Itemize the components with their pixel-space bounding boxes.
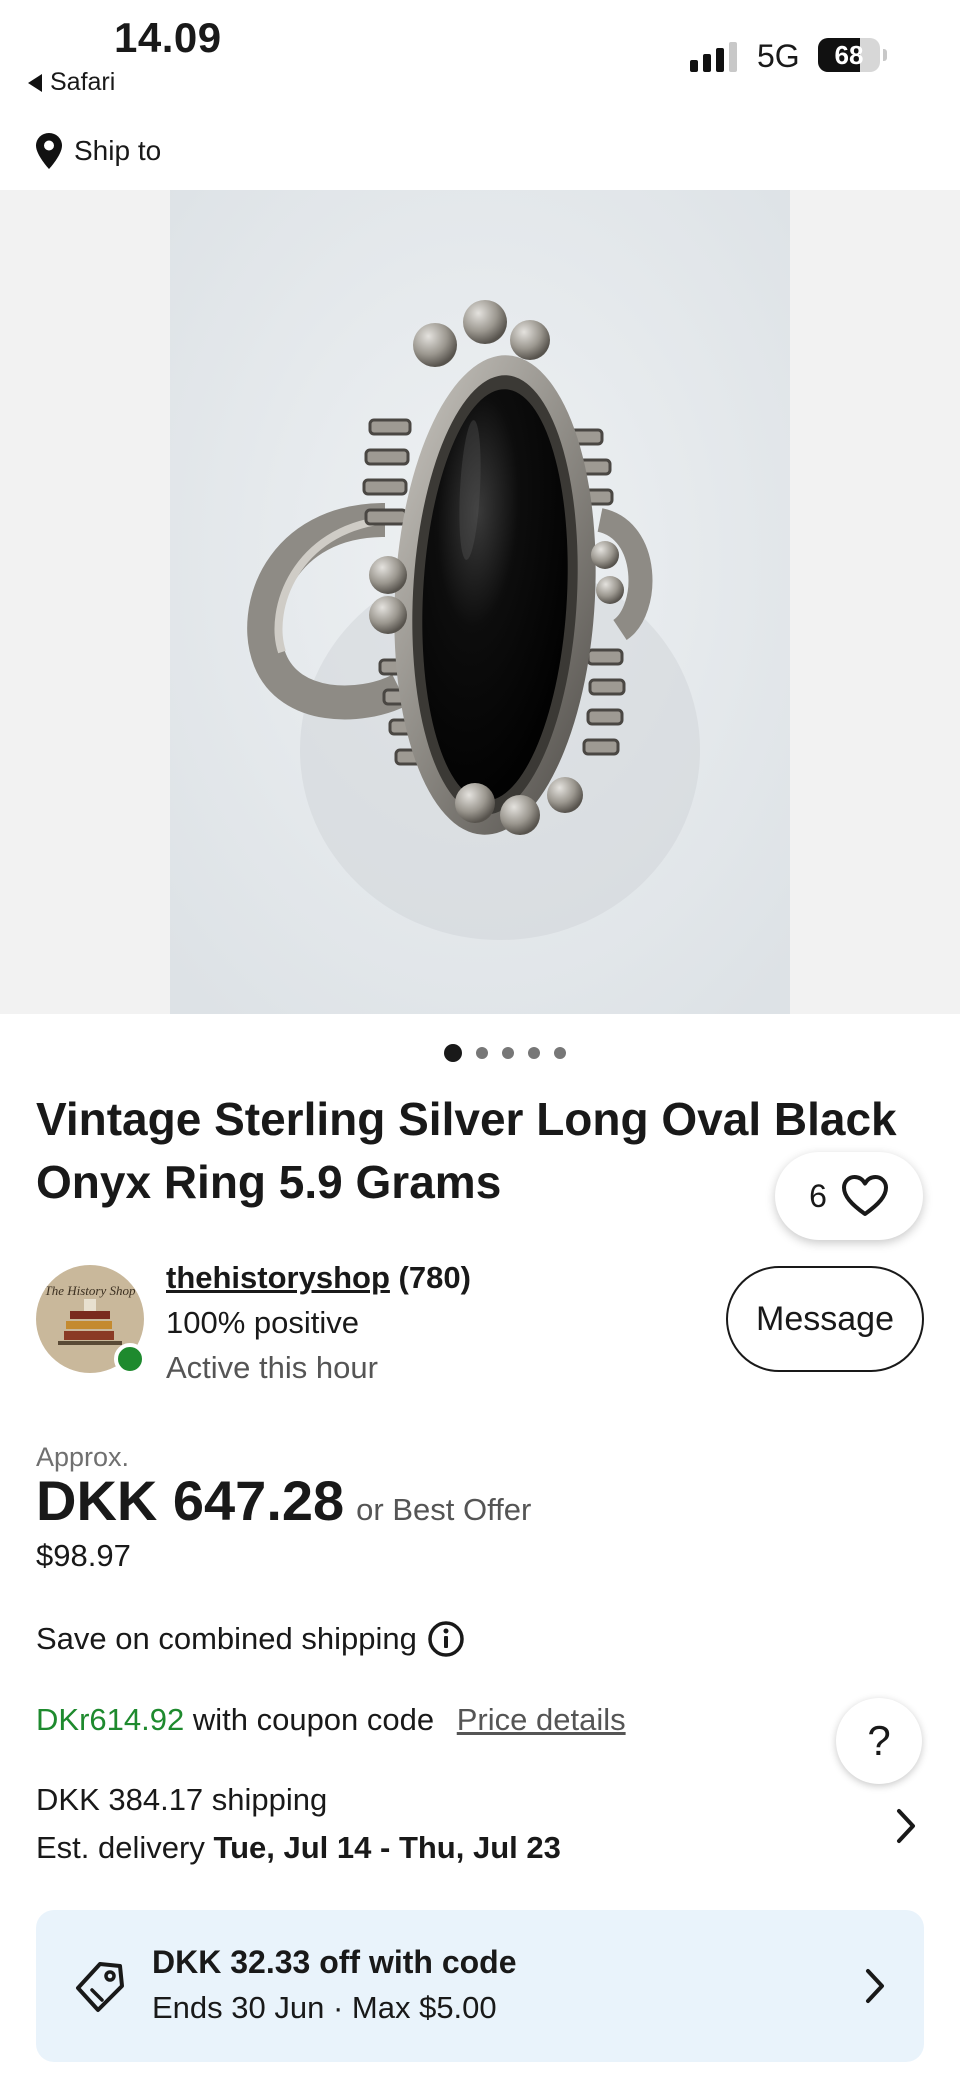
price-details-link[interactable]: Price details: [457, 1702, 626, 1737]
page-dot[interactable]: [502, 1047, 514, 1059]
message-seller-button[interactable]: Message: [726, 1266, 924, 1372]
back-to-app[interactable]: Safari: [28, 68, 115, 97]
price-usd: $98.97: [36, 1538, 131, 1573]
delivery-prefix: Est. delivery: [36, 1830, 205, 1865]
network-type: 5G: [757, 38, 800, 74]
combined-shipping[interactable]: Save on combined shipping: [36, 1620, 465, 1658]
coupon-tag-icon: [76, 1962, 124, 2012]
coupon-price: DKr614.92: [36, 1702, 185, 1737]
coupon-banner[interactable]: DKK 32.33 off with code Ends 30 Jun · Ma…: [36, 1910, 924, 2062]
info-icon[interactable]: [427, 1620, 465, 1658]
battery-percent: 68: [834, 39, 864, 70]
price-line: DKK 647.28 or Best Offer: [36, 1468, 531, 1533]
image-gallery[interactable]: 6: [0, 190, 960, 1240]
online-status-icon: [114, 1343, 146, 1375]
product-image[interactable]: [170, 190, 790, 1014]
coupon-price-text: with coupon code: [192, 1702, 435, 1737]
status-bar: 14.09 Safari 5G 68: [0, 0, 960, 120]
combined-shipping-label: Save on combined shipping: [36, 1621, 417, 1656]
page-dot[interactable]: [444, 1044, 462, 1062]
seller-positive-rating: 100% positive: [166, 1305, 360, 1340]
seller-name-line[interactable]: thehistoryshop (780): [166, 1260, 471, 1296]
back-app-label: Safari: [50, 68, 116, 96]
chevron-right-icon: [866, 1969, 884, 2003]
ship-to-button[interactable]: Ship to: [34, 132, 161, 170]
chevron-right-icon[interactable]: [892, 1806, 920, 1846]
page-dot[interactable]: [554, 1047, 566, 1059]
status-time: 14.09: [114, 14, 222, 61]
battery-tip: [883, 49, 887, 61]
best-offer-label: or Best Offer: [356, 1492, 532, 1527]
coupon-subtitle: Ends 30 Jun · Max $5.00: [152, 1990, 497, 2025]
item-title: Vintage Sterling Silver Long Oval Black …: [36, 1093, 897, 1208]
seller-feedback-count: (780): [398, 1260, 471, 1295]
location-pin-icon: [36, 133, 62, 169]
shipping-cost[interactable]: DKK 384.17 shipping: [36, 1782, 327, 1818]
page-dot[interactable]: [476, 1047, 488, 1059]
seller-activity: Active this hour: [166, 1350, 378, 1385]
signal-icon: [690, 40, 737, 72]
back-arrow-icon: [28, 73, 42, 92]
delivery-estimate[interactable]: Est. delivery Tue, Jul 14 - Thu, Jul 23: [36, 1830, 561, 1866]
coupon-price-line: DKr614.92 with coupon code Price details: [36, 1702, 626, 1738]
page-dot[interactable]: [528, 1047, 540, 1059]
ring-image: [170, 190, 790, 1014]
image-pagination[interactable]: [0, 1044, 960, 1062]
item-price: DKK 647.28: [36, 1469, 345, 1532]
seller-name-link[interactable]: thehistoryshop: [166, 1260, 390, 1295]
battery-icon: 68: [818, 38, 880, 72]
coupon-title: DKK 32.33 off with code: [152, 1944, 517, 1980]
delivery-range: Tue, Jul 14 - Thu, Jul 23: [213, 1830, 561, 1865]
help-button[interactable]: ?: [836, 1698, 922, 1784]
ship-to-label: Ship to: [74, 135, 162, 166]
